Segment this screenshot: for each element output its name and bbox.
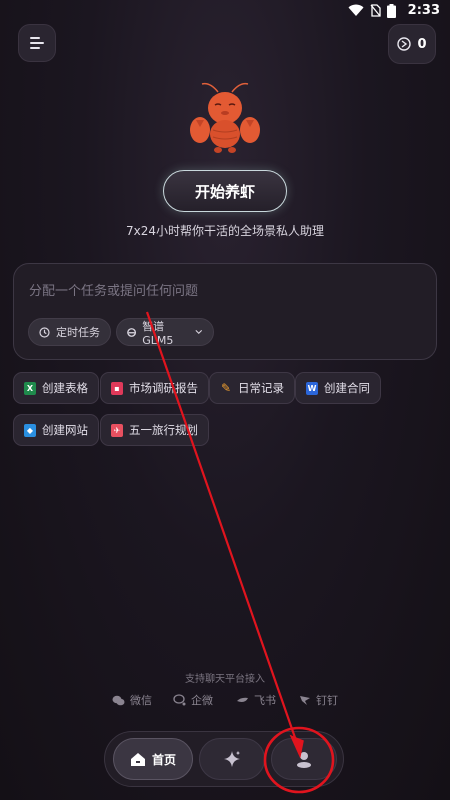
quick-action-label: 创建表格 xyxy=(42,381,88,395)
nav-home[interactable]: 首页 xyxy=(113,738,193,780)
quick-action-label: 五一旅行规划 xyxy=(129,423,198,437)
platform-label: 企微 xyxy=(191,694,213,707)
status-icons xyxy=(348,4,396,18)
quick-action-daily-log[interactable]: ✎ 日常记录 xyxy=(209,372,295,404)
platform-label: 钉钉 xyxy=(316,694,338,707)
zhipu-logo-icon xyxy=(127,327,137,337)
model-label: 智谱 GLM5 xyxy=(142,319,174,347)
quick-action-create-contract[interactable]: W 创建合同 xyxy=(295,372,381,404)
scheduled-task-label: 定时任务 xyxy=(56,326,100,339)
platform-wecom[interactable]: 企微 xyxy=(173,692,213,708)
credits-button[interactable]: 0 xyxy=(388,24,436,64)
dingtalk-icon xyxy=(300,696,310,705)
platform-dingtalk[interactable]: 钉钉 xyxy=(299,692,338,708)
status-time: 2:33 xyxy=(407,3,440,18)
chevron-down-icon xyxy=(195,329,203,335)
lobster-mascot xyxy=(190,82,260,153)
sparkle-icon xyxy=(224,751,240,767)
task-input-placeholder[interactable]: 分配一个任务或提问任何问题 xyxy=(29,280,198,299)
wecom-icon xyxy=(173,694,186,706)
status-bar: 2:33 xyxy=(0,0,450,22)
nav-ai-assistant[interactable] xyxy=(199,738,265,780)
clock-icon xyxy=(39,326,50,338)
website-icon: ◆ xyxy=(24,423,36,437)
bottom-nav: 首页 xyxy=(104,731,344,787)
pencil-icon: ✎ xyxy=(220,381,232,395)
quick-action-label: 创建合同 xyxy=(324,381,370,395)
platform-label: 微信 xyxy=(130,694,152,707)
platform-label: 飞书 xyxy=(254,694,276,707)
profile-icon xyxy=(297,752,311,768)
excel-icon: X xyxy=(24,381,36,395)
credits-count: 0 xyxy=(417,36,427,52)
quick-action-travel-plan[interactable]: ✈ 五一旅行规划 xyxy=(100,414,209,446)
report-icon: ▪ xyxy=(111,381,123,395)
scheduled-task-chip[interactable]: 定时任务 xyxy=(28,318,111,346)
quick-action-create-website[interactable]: ◆ 创建网站 xyxy=(13,414,99,446)
quick-action-market-report[interactable]: ▪ 市场调研报告 xyxy=(100,372,209,404)
quick-action-label: 日常记录 xyxy=(238,381,284,395)
word-icon: W xyxy=(306,381,318,395)
start-raising-button[interactable]: 开始养虾 xyxy=(163,170,287,212)
coin-icon xyxy=(397,37,412,51)
platforms-title: 支持聊天平台接入 xyxy=(185,674,265,685)
menu-button[interactable] xyxy=(18,24,56,62)
quick-action-create-sheet[interactable]: X 创建表格 xyxy=(13,372,99,404)
nav-home-label: 首页 xyxy=(151,752,176,767)
platform-feishu[interactable]: 飞书 xyxy=(236,692,276,708)
battery-icon xyxy=(387,4,396,18)
platform-wechat[interactable]: 微信 xyxy=(112,692,152,708)
nav-profile[interactable] xyxy=(271,738,337,780)
home-icon xyxy=(130,752,145,766)
task-input-card[interactable]: 分配一个任务或提问任何问题 定时任务 智谱 GLM5 xyxy=(13,263,437,360)
no-sim-icon xyxy=(370,4,381,17)
travel-icon: ✈ xyxy=(111,423,123,437)
model-selector-chip[interactable]: 智谱 GLM5 xyxy=(116,318,214,347)
menu-icon xyxy=(30,37,44,49)
feishu-icon xyxy=(237,697,248,702)
wifi-icon xyxy=(348,4,364,16)
quick-action-label: 创建网站 xyxy=(42,423,88,437)
tagline: 7x24小时帮你干活的全场景私人助理 xyxy=(125,224,324,238)
quick-action-label: 市场调研报告 xyxy=(129,381,198,395)
wechat-icon xyxy=(112,695,125,705)
